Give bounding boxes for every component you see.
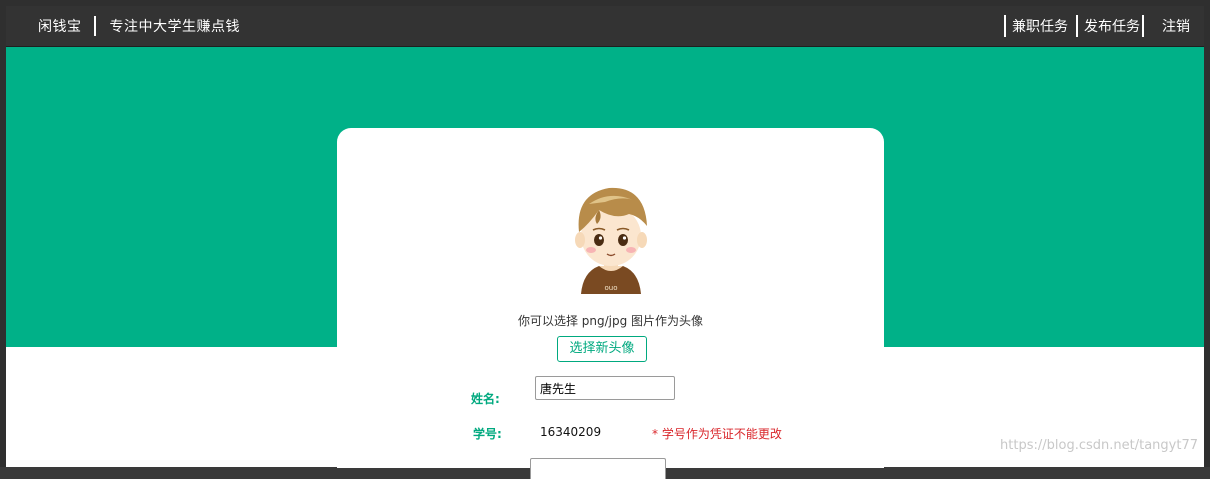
name-label: 姓名:: [471, 392, 500, 406]
top-navbar: 闲钱宝 专注中大学生赚点钱 兼职任务 发布任务 注销: [6, 6, 1204, 47]
student-id-note: * 学号作为凭证不能更改: [652, 427, 782, 441]
nav-item-jobs[interactable]: 兼职任务: [1006, 16, 1070, 36]
next-field[interactable]: [530, 458, 666, 479]
brand-slogan: 专注中大学生赚点钱: [109, 19, 240, 35]
nav-item-logout[interactable]: 注销: [1144, 16, 1192, 36]
brand-divider: [93, 16, 96, 36]
brand-name[interactable]: 闲钱宝: [38, 16, 82, 36]
brand: 闲钱宝 专注中大学生赚点钱: [38, 6, 240, 46]
nav-item-publish[interactable]: 发布任务: [1078, 16, 1142, 36]
choose-avatar-button[interactable]: 选择新头像: [557, 336, 647, 362]
avatar[interactable]: ouo: [559, 180, 663, 294]
avatar-hint: 你可以选择 png/jpg 图片作为头像: [517, 314, 704, 328]
profile-card: ouo 你可以选择 png/jpg 图片作为头像 选择新头像 姓名: 唐先生 学…: [337, 128, 884, 479]
student-id-label: 学号:: [473, 427, 502, 441]
svg-text:ouo: ouo: [604, 284, 617, 292]
name-field[interactable]: [535, 376, 675, 400]
nav-menu: 兼职任务 发布任务 注销: [1004, 6, 1192, 46]
watermark: https://blog.csdn.net/tangyt77: [1000, 438, 1198, 453]
student-id-value: 16340209: [540, 425, 602, 439]
app-window: 闲钱宝 专注中大学生赚点钱 兼职任务 发布任务 注销 ouo 你可以选择 png…: [0, 0, 1210, 479]
